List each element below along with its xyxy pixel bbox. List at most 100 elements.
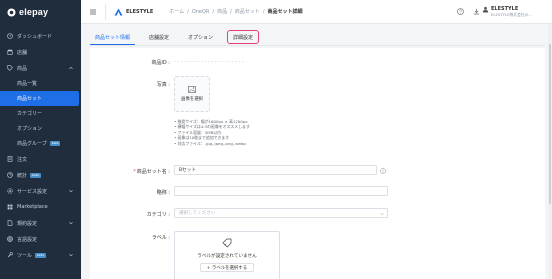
beta-badge: beta — [30, 172, 41, 178]
header-divider — [105, 3, 106, 20]
elepay-logo-icon — [7, 7, 16, 17]
sidebar-item-label: 注文 — [17, 156, 28, 163]
download-icon[interactable] — [473, 8, 480, 15]
sidebar-item-products[interactable]: 商品 — [0, 60, 81, 76]
user-company: ELESTYLE株式会社(E... — [491, 12, 533, 17]
product-set-name-input[interactable]: Bセット — [174, 165, 377, 175]
product-id-value: - - - - - - - - - - - - - - - - - - - - … — [174, 59, 244, 65]
beta-badge: beta — [49, 141, 61, 146]
breadcrumb-product-set[interactable]: 商品セット — [235, 8, 260, 15]
tab-detail-settings[interactable]: 詳細設定 — [227, 30, 260, 44]
user-avatar-icon — [482, 6, 489, 13]
sidebar-item-product-set[interactable]: 商品セット — [0, 91, 79, 106]
required-mark: * — [133, 169, 136, 175]
doc-icon — [7, 220, 13, 226]
tab-options[interactable]: オプション — [183, 30, 218, 45]
short-name-label: 略称 : — [156, 190, 170, 196]
sidebar-item-label: 統計 — [17, 172, 28, 179]
tag-icon — [222, 238, 232, 248]
image-icon — [188, 86, 196, 93]
top-header: ELESTYLE ホーム / OneQR / 商品 / 商品セット / 商品セット詳細 … — [81, 0, 552, 24]
sidebar-item-dashboard[interactable]: ダッシュボード — [0, 28, 81, 44]
product-set-name-label: *商品セット名 : — [133, 169, 170, 175]
store-icon — [7, 49, 13, 55]
sidebar-item-terms[interactable]: 規約設定 — [0, 215, 81, 231]
info-icon[interactable] — [380, 168, 386, 174]
photo-label: 写真 : — [156, 82, 170, 88]
sidebar-item-label: ツール — [17, 252, 33, 259]
breadcrumb: ホーム / OneQR / 商品 / 商品セット / 商品セット詳細 — [169, 8, 303, 16]
sidebar-item-language[interactable]: 言語設定 — [0, 231, 81, 247]
store-logo-icon — [114, 8, 123, 15]
sidebar-item-option[interactable]: オプション — [0, 121, 81, 136]
select-label-button[interactable]: + ラベルを選択する — [199, 263, 255, 272]
tab-bar: 商品セット情報 店舗設定 オプション 詳細設定 — [90, 30, 545, 46]
sidebar-nav: ダッシュボード 店舗 商品 商品一覧 商品セット カテゴリー オプション 商品グ… — [0, 28, 81, 263]
sidebar-item-label: 商品グループ — [17, 141, 47, 147]
breadcrumb-products[interactable]: 商品 — [217, 8, 227, 15]
brand-name: elepay — [19, 7, 49, 17]
sidebar-item-label: 商品一覧 — [17, 81, 38, 87]
short-name-input[interactable] — [174, 186, 388, 196]
sidebar-item-label: 商品 — [17, 65, 28, 72]
product-set-form: 商品ID : - - - - - - - - - - - - - - - - -… — [90, 48, 545, 279]
chevron-up-icon — [69, 66, 73, 70]
category-placeholder: 選択してください — [179, 211, 216, 216]
sidebar-item-label: 規約設定 — [17, 220, 38, 227]
globe-icon — [7, 236, 13, 242]
header-icons — [457, 8, 480, 15]
sidebar-item-label: カテゴリー — [17, 111, 43, 117]
product-id-label: 商品ID : — [151, 60, 170, 66]
category-label: カテゴリ : — [146, 212, 170, 218]
store-name: ELESTYLE — [126, 8, 154, 15]
chevron-down-icon — [380, 213, 384, 216]
scrollbar-thumb[interactable] — [549, 44, 551, 204]
label-field-label: ラベル : — [151, 235, 170, 241]
sidebar-item-category[interactable]: カテゴリー — [0, 106, 81, 121]
beta-badge: beta — [35, 252, 46, 258]
category-select[interactable]: 選択してください — [174, 208, 388, 218]
image-upload-button[interactable]: 画像を選択 — [174, 76, 210, 112]
sidebar-item-product-group[interactable]: 商品グループ beta — [0, 136, 81, 151]
sidebar-item-label: 言語設定 — [17, 236, 38, 243]
sidebar-item-label: オプション — [17, 126, 43, 132]
image-notes: 推奨サイズ：幅が1600px × 高1200px 横幅サイズは4:3の画像をオス… — [174, 119, 250, 146]
label-box: ラベルが設定されていません + ラベルを選択する — [174, 231, 280, 279]
sidebar-item-label: 店舗 — [17, 49, 28, 56]
user-menu[interactable]: ELESTYLE ELESTYLE株式会社(E... — [482, 6, 544, 18]
sidebar-item-marketplace[interactable]: Marketplace — [0, 199, 81, 215]
breadcrumb-oneqr[interactable]: OneQR — [192, 9, 210, 15]
breadcrumb-current: 商品セット詳細 — [267, 9, 303, 15]
clock-icon — [7, 33, 13, 39]
receipt-icon — [7, 156, 13, 162]
label-empty-text: ラベルが設定されていません — [197, 254, 257, 259]
sidebar-item-store[interactable]: 店舗 — [0, 44, 81, 60]
sidebar-item-label: ダッシュボード — [17, 33, 53, 40]
tab-store-settings[interactable]: 店舗設定 — [144, 30, 174, 45]
tag-icon — [7, 65, 13, 71]
chevron-down-icon — [69, 254, 73, 257]
sidebar-item-product-list[interactable]: 商品一覧 — [0, 76, 81, 91]
list-item: 対応ファイル：.jpg,.jpeg,.png,.webp — [174, 141, 250, 146]
gear-icon — [7, 188, 13, 194]
grid-icon — [7, 204, 13, 210]
page-scrollbar[interactable] — [548, 24, 552, 279]
menu-toggle-icon[interactable] — [89, 8, 97, 16]
chevron-down-icon — [69, 222, 73, 225]
sidebar-item-label: Marketplace — [17, 204, 48, 210]
help-icon[interactable] — [457, 8, 464, 15]
chart-icon — [7, 172, 13, 178]
sidebar-item-orders[interactable]: 注文 — [0, 151, 81, 167]
sidebar-item-stats[interactable]: 統計 beta — [0, 167, 81, 183]
sidebar: elepay ダッシュボード 店舗 商品 商品一覧 商品セット カテゴリー オプ… — [0, 0, 81, 279]
sidebar-item-service-settings[interactable]: サービス設定 — [0, 183, 81, 199]
brand[interactable]: elepay — [0, 0, 81, 24]
sidebar-item-label: サービス設定 — [17, 188, 48, 195]
breadcrumb-home[interactable]: ホーム — [169, 8, 184, 15]
tool-icon — [7, 252, 13, 258]
sidebar-item-tools[interactable]: ツール beta — [0, 247, 81, 263]
tab-product-set-info[interactable]: 商品セット情報 — [90, 30, 136, 45]
upload-text: 画像を選択 — [181, 97, 203, 102]
chevron-down-icon — [69, 190, 73, 193]
sidebar-item-label: 商品セット — [17, 96, 43, 102]
